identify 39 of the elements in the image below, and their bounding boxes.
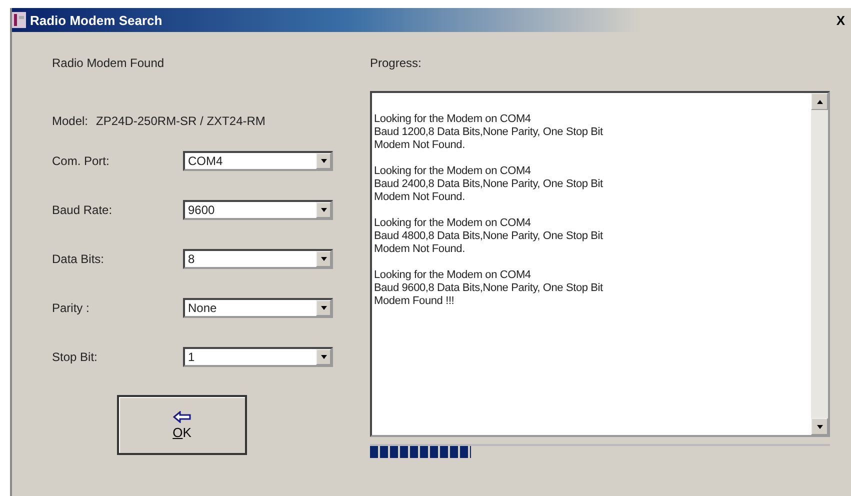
- field-label: Baud Rate:: [52, 203, 114, 217]
- dropdown-arrow-icon: [320, 305, 328, 311]
- field-label: Data Bits:: [52, 252, 106, 266]
- dropdown-arrow-icon: [320, 158, 328, 164]
- log-line: Looking for the Modem on COM4: [374, 217, 532, 230]
- arrow-icon: [173, 410, 191, 422]
- dropdown[interactable]: 8: [183, 249, 333, 269]
- scrollbar[interactable]: [811, 93, 828, 435]
- status-label: Radio Modem Found: [52, 56, 166, 70]
- field-label: Parity :: [52, 301, 90, 315]
- log-line: Looking for the Modem on COM4: [374, 269, 532, 282]
- model-label: Model:: [52, 114, 88, 128]
- window-title: Radio Modem Search: [30, 12, 164, 28]
- dropdown[interactable]: None: [183, 298, 333, 318]
- log-line: Modem Not Found.: [374, 191, 466, 204]
- field-label: Stop Bit:: [52, 350, 98, 364]
- scroll-up-icon: [816, 98, 824, 104]
- dropdown[interactable]: COM4: [183, 151, 333, 171]
- scroll-down-icon: [816, 424, 824, 430]
- log-line: Baud 1200,8 Data Bits,None Parity, One Stop Bit: [374, 126, 604, 139]
- log-line: Looking for the Modem on COM4: [374, 165, 532, 178]
- progress-label: Progress:: [370, 56, 422, 70]
- log-line: Modem Not Found.: [374, 139, 466, 152]
- log-line: Baud 4800,8 Data Bits,None Parity, One Stop Bit: [374, 230, 604, 243]
- log-line: Baud 9600,8 Data Bits,None Parity, One Stop Bit: [374, 282, 604, 295]
- dropdown-arrow-icon: [320, 354, 328, 360]
- close-button[interactable]: X: [836, 12, 845, 28]
- ok-button[interactable]: OK: [117, 395, 247, 455]
- dropdown[interactable]: 9600: [183, 200, 333, 220]
- log-line: Looking for the Modem on COM4: [374, 113, 532, 126]
- field-label: Com. Port:: [52, 154, 110, 168]
- log-line: Modem Found !!!: [374, 295, 456, 308]
- log-line: Baud 2400,8 Data Bits,None Parity, One Stop Bit: [374, 178, 604, 191]
- dropdown[interactable]: 1: [183, 347, 333, 367]
- model-value: ZP24D-250RM-SR / ZXT24-RM: [96, 114, 266, 128]
- dropdown-arrow-icon: [320, 256, 328, 262]
- app-icon: [12, 12, 26, 28]
- dropdown-arrow-icon: [320, 207, 328, 213]
- log-line: Modem Not Found.: [374, 243, 466, 256]
